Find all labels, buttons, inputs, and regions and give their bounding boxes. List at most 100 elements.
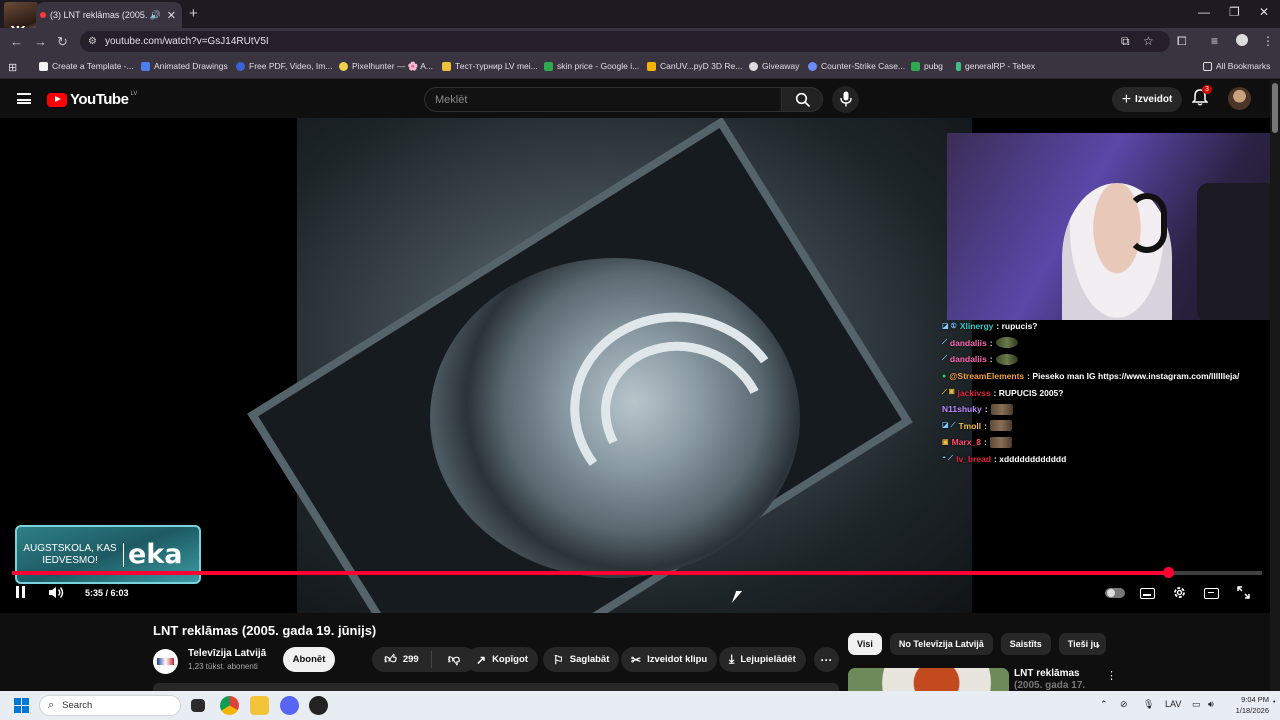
restore-button[interactable]: ❐ xyxy=(1229,5,1240,19)
minimize-button[interactable]: — xyxy=(1198,5,1210,19)
network-off-icon[interactable]: ⊘ xyxy=(1120,699,1128,710)
settings-button[interactable] xyxy=(1172,585,1187,605)
system-clock[interactable]: 9:04 PM 1/18/2026 xyxy=(1229,694,1269,716)
bookmark-favicon-icon xyxy=(749,61,758,71)
file-explorer-icon[interactable] xyxy=(250,696,269,715)
bookmark-item[interactable]: Counter-Strike Case... xyxy=(808,61,905,71)
search-input[interactable] xyxy=(435,88,765,111)
bookmark-item[interactable]: Create a Template -... xyxy=(39,61,134,71)
notification-bell-icon[interactable]: • xyxy=(1273,699,1275,706)
chat-username: Tmoll xyxy=(958,420,982,431)
bookmarks-bar: ⊞ Create a Template -... Animated Drawin… xyxy=(0,55,1280,79)
tray-chevron-icon[interactable]: ⌃ xyxy=(1100,699,1108,710)
search-button[interactable] xyxy=(781,87,823,112)
channel-name[interactable]: Televīzija Latvijā xyxy=(188,648,266,659)
browser-tab-strip: Ж (3) LNT reklāmas (2005. gada 🔊 ✕ + — ❐… xyxy=(0,0,1280,42)
cast-icon[interactable]: ⧉ xyxy=(1121,34,1130,49)
chip-all[interactable]: Visi xyxy=(848,633,882,655)
chip-from-channel[interactable]: No Televīzija Latvijā xyxy=(889,633,993,655)
bookmark-item[interactable]: Giveaway xyxy=(749,61,799,71)
close-window-button[interactable]: ✕ xyxy=(1259,5,1269,19)
search-icon xyxy=(795,92,811,108)
all-bookmarks-button[interactable]: All Bookmarks xyxy=(1203,61,1270,71)
recommended-video-thumbnail[interactable] xyxy=(848,668,1009,693)
language-indicator[interactable]: LAV xyxy=(1165,699,1181,709)
volume-button[interactable] xyxy=(48,586,65,604)
profile-avatar-icon[interactable] xyxy=(1236,34,1248,46)
speaker-icon[interactable]: 🔊︎ xyxy=(1208,699,1214,710)
apps-grid-icon[interactable]: ⊞ xyxy=(8,61,17,74)
scrubber-handle[interactable] xyxy=(1163,567,1175,578)
chat-text: : xdddddddddddd xyxy=(994,454,1067,465)
bookmark-item[interactable]: Тест-турнир LV mei... xyxy=(442,61,538,71)
chrome-icon[interactable] xyxy=(220,696,239,715)
task-view-icon[interactable] xyxy=(191,699,205,712)
media-control-icon[interactable]: ≡ xyxy=(1211,34,1218,48)
bookmark-star-icon[interactable]: ☆ xyxy=(1143,34,1154,48)
extensions-icon[interactable]: ⧠ xyxy=(1177,34,1187,49)
new-tab-button[interactable]: + xyxy=(189,5,198,22)
site-settings-icon[interactable]: ⚙ xyxy=(88,36,97,47)
chat-text: : Pieseko man IG https://www.instagram.c… xyxy=(1027,371,1240,382)
recommended-video-title[interactable]: LNT reklāmas (2005. gada 17. xyxy=(1014,668,1096,692)
taskbar-search[interactable]: ⌕ Search xyxy=(39,695,181,716)
chevron-right-icon[interactable]: › xyxy=(1096,638,1100,652)
save-button[interactable]: ⚐ Saglabāt xyxy=(543,647,620,672)
chip-related[interactable]: Saistīts xyxy=(1000,633,1051,655)
overlay-ad-banner[interactable]: AUGSTSKOLA, KAS IEDVESMO! eka xyxy=(15,525,201,584)
audio-playing-icon[interactable]: 🔊 xyxy=(150,10,161,21)
windows-start-icon[interactable] xyxy=(14,698,29,713)
chat-username: dandaliis xyxy=(949,337,987,348)
forward-arrow-icon[interactable]: → xyxy=(34,34,47,49)
page-scrollbar[interactable] xyxy=(1270,80,1280,691)
share-button[interactable]: ↗ Kopīgot xyxy=(466,647,538,672)
fullscreen-button[interactable] xyxy=(1237,586,1250,604)
lnt-logo-swirl xyxy=(540,293,780,533)
display-icon[interactable]: ▭ xyxy=(1192,699,1201,710)
back-arrow-icon[interactable]: ← xyxy=(10,34,23,49)
browser-menu-icon[interactable]: ⋮ xyxy=(1262,34,1274,48)
bookmark-favicon-icon xyxy=(956,61,961,71)
bookmark-item[interactable]: Animated Drawings xyxy=(141,61,228,71)
autoplay-toggle[interactable] xyxy=(1105,588,1125,598)
account-avatar[interactable] xyxy=(1228,87,1251,110)
bookmark-item[interactable]: CanUV...pyD 3D Re... xyxy=(647,61,742,71)
pause-button[interactable] xyxy=(15,586,27,598)
youtube-logo[interactable]: YouTube LV xyxy=(47,91,137,108)
bookmark-item[interactable]: Free PDF, Video, Im... xyxy=(236,61,332,71)
voice-search-button[interactable] xyxy=(832,86,859,113)
theater-mode-button[interactable] xyxy=(1204,588,1219,599)
microphone-icon[interactable]: 🎙︎ xyxy=(1143,699,1154,710)
download-button[interactable]: ⤓ Lejupielādēt xyxy=(719,647,806,672)
bookmark-item[interactable]: skin price - Google i... xyxy=(544,61,639,71)
discord-icon[interactable] xyxy=(280,696,299,715)
kebab-menu-icon[interactable]: ⋮ xyxy=(1106,669,1117,682)
progress-bar[interactable] xyxy=(12,567,1262,578)
scrollbar-thumb[interactable] xyxy=(1272,83,1278,133)
notifications-button[interactable]: 3 xyxy=(1191,85,1212,111)
bookmark-item[interactable]: pubg xyxy=(911,61,943,71)
clip-button[interactable]: ✂ Izveidot klipu xyxy=(621,647,718,672)
tab-close-icon[interactable]: ✕ xyxy=(167,9,176,22)
chat-badge-icon: ◓ ⟋ xyxy=(942,455,954,463)
like-button[interactable]: 👍︎ 299 xyxy=(372,651,432,668)
url-text[interactable]: youtube.com/watch?v=GsJ14RUtV5I xyxy=(105,36,269,47)
reload-icon[interactable]: ↻ xyxy=(57,34,68,50)
video-title: LNT reklāmas (2005. gada 19. jūnijs) xyxy=(153,623,377,638)
bookmark-item[interactable]: Pixelhunter — 🌸 A... xyxy=(339,61,433,72)
folder-icon xyxy=(1203,61,1212,71)
obs-icon[interactable] xyxy=(309,696,328,715)
browser-tab-active[interactable]: (3) LNT reklāmas (2005. gada 🔊 ✕ xyxy=(36,2,182,28)
hamburger-menu-icon[interactable] xyxy=(17,93,31,104)
subtitles-button[interactable] xyxy=(1140,588,1155,599)
channel-avatar[interactable] xyxy=(153,649,178,674)
create-button[interactable]: + Izveidot xyxy=(1112,87,1182,112)
bookmark-item[interactable]: generalRP - Tebex xyxy=(956,61,1035,71)
subscribe-button[interactable]: Abonēt xyxy=(283,647,335,672)
description-box[interactable] xyxy=(153,683,839,691)
chat-badge-icon: ● xyxy=(942,372,947,380)
video-player[interactable]: ◪ ① Xlinergy: rupucis? ⟋ dandaliis: ⟋ danda… xyxy=(0,118,1270,613)
chat-badge-icon: ⟋ xyxy=(942,338,947,346)
address-bar[interactable]: ⚙ youtube.com/watch?v=GsJ14RUtV5I xyxy=(80,31,1170,52)
more-actions-button[interactable]: ··· xyxy=(814,647,839,672)
